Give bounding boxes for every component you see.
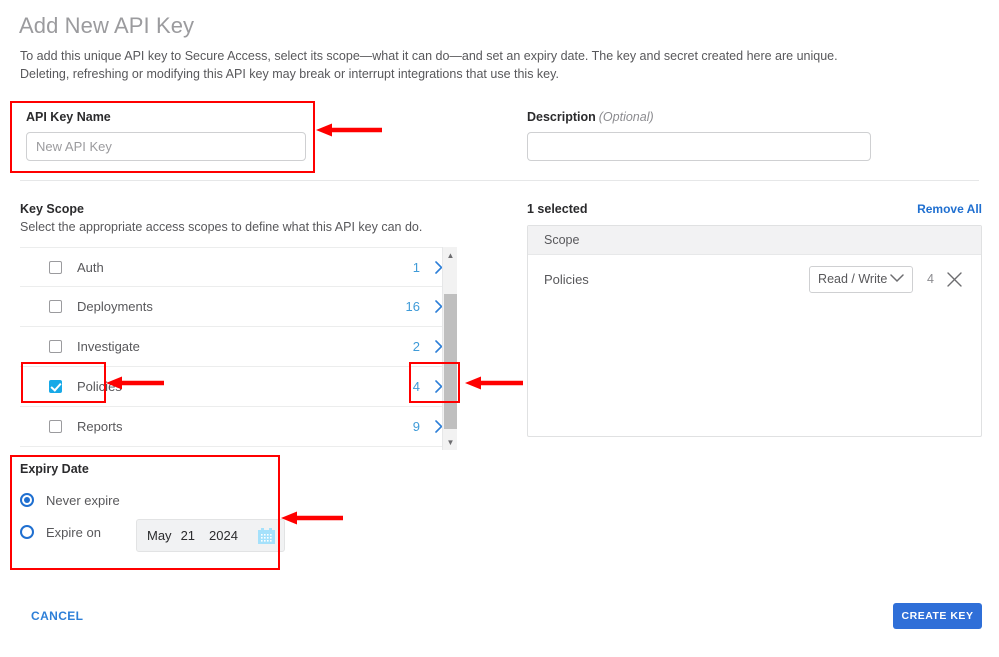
key-scope-section: Key Scope Select the appropriate access … <box>20 202 479 450</box>
selected-scope-name: Policies <box>544 271 589 287</box>
scope-count-reports: 9 <box>412 419 420 434</box>
scope-label-policies: Policies <box>77 379 122 394</box>
key-scope-heading: Key Scope <box>20 202 84 216</box>
scope-row-investigate[interactable]: Investigate 2 <box>20 327 457 367</box>
checkbox-deployments[interactable] <box>49 300 62 313</box>
scope-row-policies[interactable]: Policies 4 <box>20 367 457 407</box>
checkbox-auth[interactable] <box>49 260 62 274</box>
radio-expire-on-label: Expire on <box>46 524 101 540</box>
radio-never-expire[interactable]: Never expire <box>20 486 260 514</box>
radio-never-expire-control[interactable] <box>20 493 34 507</box>
scope-count-investigate: 2 <box>412 339 420 354</box>
section-divider <box>20 180 979 181</box>
remove-scope-button[interactable] <box>946 271 963 288</box>
date-day-segment[interactable]: 21 <box>181 528 195 543</box>
description-input[interactable] <box>527 132 871 161</box>
scope-row-auth[interactable]: Auth 1 <box>20 247 457 287</box>
scope-label-auth: Auth <box>77 259 104 275</box>
page-description: To add this unique API key to Secure Acc… <box>20 47 870 83</box>
scope-row-deployments[interactable]: Deployments 16 <box>20 287 457 327</box>
scroll-down-arrow-icon[interactable]: ▼ <box>443 435 458 449</box>
expiry-date-picker[interactable]: May 21 2024 <box>136 519 285 552</box>
radio-expire-on-control[interactable] <box>20 525 34 539</box>
table-row: Policies Read / Write 4 <box>528 255 981 303</box>
description-label: Description (Optional) <box>527 110 871 124</box>
scope-count-auth: 1 <box>412 259 420 275</box>
scope-count-policies: 4 <box>412 379 420 394</box>
key-scope-rows: Auth 1 Deployments 16 Investigate 2 Poli… <box>20 247 457 447</box>
scope-label-investigate: Investigate <box>77 339 140 354</box>
api-key-name-field-group: API Key Name <box>26 110 306 161</box>
scope-label-deployments: Deployments <box>77 299 153 314</box>
remove-all-link[interactable]: Remove All <box>917 202 982 216</box>
scrollbar-thumb[interactable] <box>444 294 457 429</box>
permission-select-value: Read / Write <box>818 272 888 286</box>
key-scope-subheading: Select the appropriate access scopes to … <box>20 220 423 234</box>
checkbox-investigate[interactable] <box>49 340 62 353</box>
scope-list-scrollbar[interactable]: ▲ ▼ <box>442 247 457 450</box>
key-scope-list: Auth 1 Deployments 16 Investigate 2 Poli… <box>20 247 479 450</box>
expiry-date-title: Expiry Date <box>20 462 89 476</box>
scroll-up-arrow-icon[interactable]: ▲ <box>443 248 458 262</box>
selected-scopes-header: 1 selected Remove All <box>527 202 982 216</box>
page-title: Add New API Key <box>19 13 195 38</box>
description-label-text: Description <box>527 110 596 124</box>
annotation-arrow-api-key-name <box>316 123 382 137</box>
description-optional-text: (Optional) <box>598 110 654 124</box>
api-key-name-input[interactable] <box>26 132 306 161</box>
scope-row-reports[interactable]: Reports 9 <box>20 407 457 447</box>
chevron-down-icon <box>890 272 904 286</box>
selected-scopes-panel: Scope Policies Read / Write 4 <box>527 225 982 437</box>
description-field-group: Description (Optional) <box>527 110 871 161</box>
scope-count-deployments: 16 <box>405 299 420 314</box>
annotation-arrow-expiry-date <box>281 511 343 525</box>
page-description-line-2: Deleting, refreshing or modifying this A… <box>20 67 559 81</box>
create-key-button[interactable]: CREATE KEY <box>893 603 982 629</box>
date-month-segment[interactable]: May <box>147 528 172 543</box>
expiry-date-section: Expiry Date Never expire Expire on May 2… <box>20 462 285 552</box>
selected-scopes-section: 1 selected Remove All Scope Policies Rea… <box>527 202 982 437</box>
radio-never-expire-label: Never expire <box>46 492 120 508</box>
date-year-segment[interactable]: 2024 <box>209 528 238 543</box>
cancel-button[interactable]: CANCEL <box>31 609 83 623</box>
checkbox-reports[interactable] <box>49 420 62 433</box>
calendar-icon[interactable] <box>258 527 275 544</box>
api-key-name-label: API Key Name <box>26 110 111 124</box>
permission-select[interactable]: Read / Write <box>809 265 914 293</box>
page-description-line-1: To add this unique API key to Secure Acc… <box>20 49 838 63</box>
selected-scope-count: 4 <box>927 272 934 286</box>
selected-scopes-column-header: Scope <box>528 226 981 255</box>
checkbox-policies[interactable] <box>49 380 62 393</box>
selected-count-label: 1 selected <box>527 202 588 216</box>
scope-label-reports: Reports <box>77 419 123 434</box>
